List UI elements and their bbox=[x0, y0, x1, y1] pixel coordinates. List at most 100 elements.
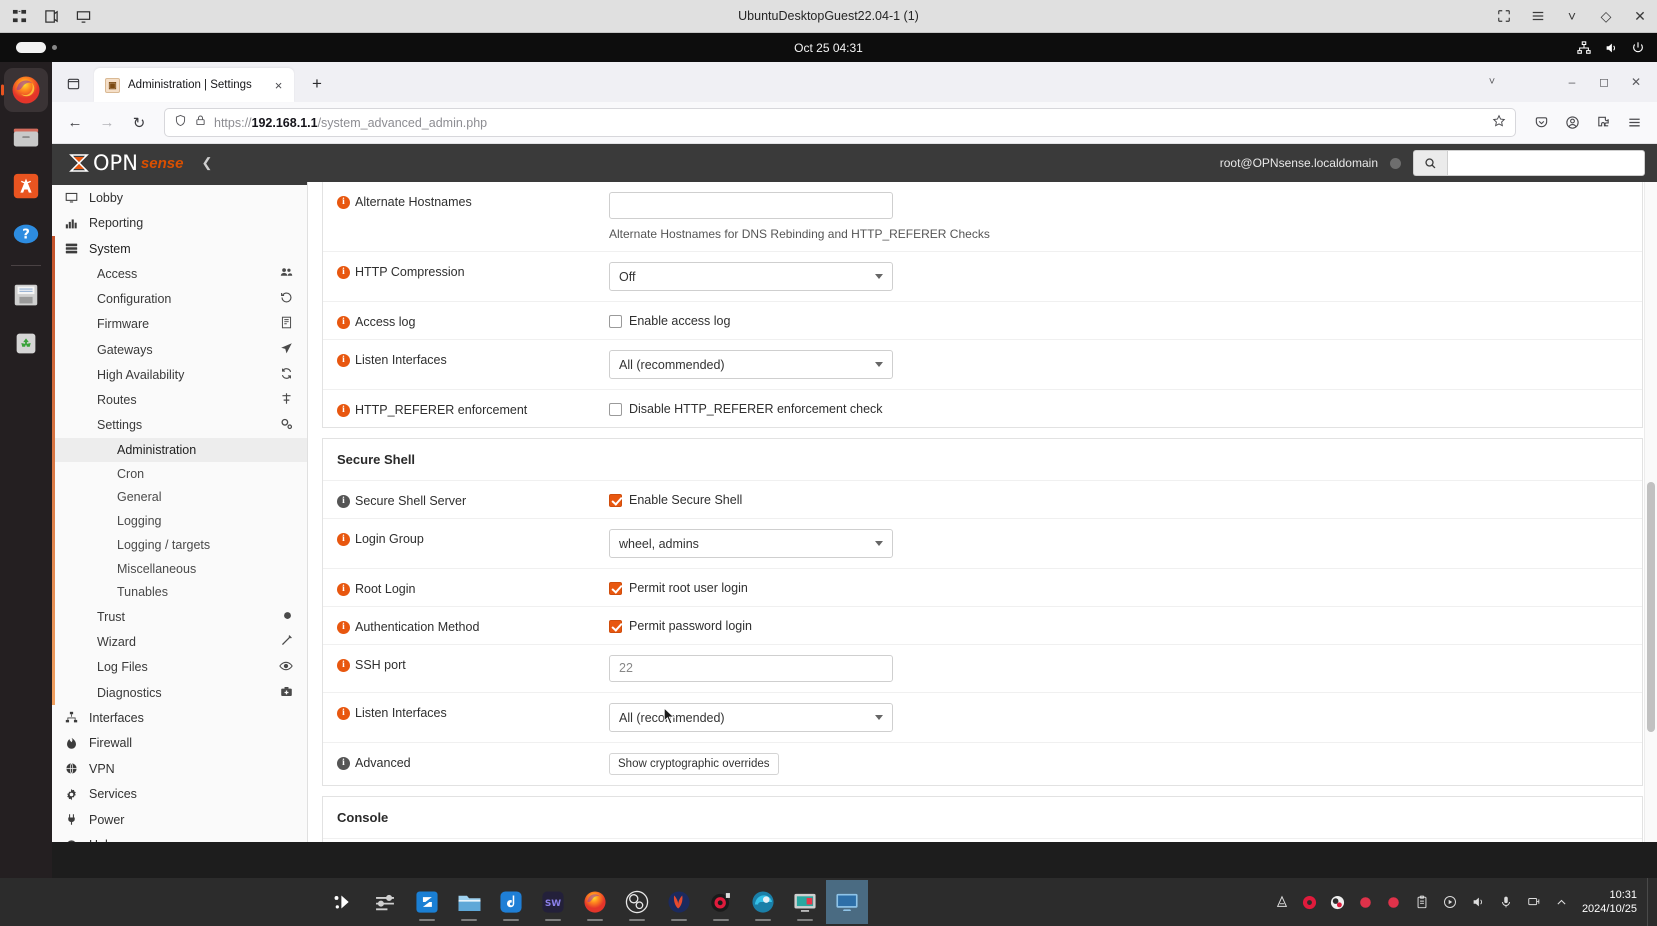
obs-tray-icon[interactable] bbox=[1324, 878, 1352, 926]
taskbar-kde-connect-icon[interactable] bbox=[322, 880, 364, 924]
maximize-icon[interactable]: ◻ bbox=[1589, 67, 1619, 97]
info-icon[interactable]: i bbox=[337, 658, 350, 672]
sidebar-item-administration[interactable]: Administration bbox=[52, 437, 307, 462]
info-icon[interactable]: i bbox=[337, 582, 350, 596]
dock-item-help[interactable]: ? bbox=[4, 212, 48, 256]
menu-icon[interactable] bbox=[1529, 7, 1547, 25]
sidebar-item-diagnostics[interactable]: Diagnostics bbox=[52, 680, 307, 705]
info-icon[interactable]: i bbox=[337, 706, 350, 720]
taskbar-video-editor-icon[interactable] bbox=[784, 880, 826, 924]
info-icon[interactable]: i bbox=[337, 756, 350, 770]
taskbar-obs-studio-icon[interactable] bbox=[616, 880, 658, 924]
minimize-icon[interactable]: ˅ bbox=[1563, 7, 1581, 25]
extensions-icon[interactable] bbox=[1588, 108, 1618, 138]
sidebar-item-services[interactable]: Services bbox=[52, 782, 307, 808]
sidebar-item-firewall[interactable]: Firewall bbox=[52, 731, 307, 757]
sidebar-item-trust[interactable]: Trust bbox=[52, 604, 307, 629]
address-bar[interactable]: https://192.168.1.1/system_advanced_admi… bbox=[164, 108, 1516, 137]
sidebar-item-general[interactable]: General bbox=[52, 485, 307, 509]
sidebar-item-high-availability[interactable]: High Availability bbox=[52, 362, 307, 387]
sidebar-item-cron[interactable]: Cron bbox=[52, 462, 307, 486]
taskbar-audio-mixer-icon[interactable] bbox=[364, 880, 406, 924]
dock-item-trash[interactable] bbox=[4, 321, 48, 365]
back-button[interactable]: ← bbox=[60, 108, 90, 138]
info-icon[interactable]: i bbox=[337, 265, 350, 279]
fullscreen-icon[interactable] bbox=[1495, 7, 1513, 25]
browser-tab[interactable]: ▣ Administration | Settings × bbox=[94, 68, 294, 102]
taskbar-edge-icon[interactable] bbox=[742, 880, 784, 924]
red-dot-2-icon[interactable] bbox=[1380, 878, 1408, 926]
minimize-icon[interactable]: – bbox=[1557, 67, 1587, 97]
taskbar-firefox-icon[interactable] bbox=[574, 880, 616, 924]
host-clock[interactable]: 10:31 2024/10/25 bbox=[1576, 888, 1647, 916]
sidebar-item-lobby[interactable]: Lobby bbox=[52, 185, 307, 211]
listen-interfaces-web-select[interactable]: All (recommended) bbox=[609, 350, 893, 379]
root-login-checkbox-row[interactable]: Permit root user login bbox=[609, 579, 1628, 595]
checkbox[interactable] bbox=[609, 619, 622, 633]
sidebar-item-log-files[interactable]: Log Files bbox=[52, 655, 307, 680]
dock-item-files[interactable] bbox=[4, 116, 48, 160]
dock-item-ubuntu-software[interactable] bbox=[4, 164, 48, 208]
sidebar-item-gateways[interactable]: Gateways bbox=[52, 337, 307, 362]
sidebar-item-logging[interactable]: Logging bbox=[52, 509, 307, 533]
listen-interfaces-ssh-select[interactable]: All (recommended) bbox=[609, 703, 893, 732]
restore-icon[interactable]: ◇ bbox=[1597, 7, 1615, 25]
close-icon[interactable]: ✕ bbox=[1621, 67, 1651, 97]
snapshot-icon[interactable] bbox=[42, 7, 60, 25]
sidebar-item-miscellaneous[interactable]: Miscellaneous bbox=[52, 557, 307, 581]
info-icon[interactable]: i bbox=[337, 532, 350, 546]
display-icon[interactable] bbox=[74, 7, 92, 25]
account-icon[interactable] bbox=[1557, 108, 1587, 138]
reload-button[interactable]: ↻ bbox=[124, 108, 154, 138]
mic-icon[interactable] bbox=[1492, 878, 1520, 926]
taskbar-snipaste-icon[interactable]: SW bbox=[532, 880, 574, 924]
show-desktop-button[interactable] bbox=[1647, 878, 1657, 926]
sidebar-item-access[interactable]: Access bbox=[52, 262, 307, 287]
info-icon[interactable]: i bbox=[337, 403, 350, 417]
sidebar-item-settings[interactable]: Settings bbox=[52, 413, 307, 438]
taskbar-media-player-icon[interactable] bbox=[658, 880, 700, 924]
sidebar-item-wizard[interactable]: Wizard bbox=[52, 630, 307, 655]
power-icon[interactable] bbox=[1631, 41, 1645, 55]
checkbox[interactable] bbox=[609, 581, 622, 595]
clipboard-icon[interactable] bbox=[1408, 878, 1436, 926]
app-menu-icon[interactable] bbox=[1619, 108, 1649, 138]
taskbar-file-explorer-icon[interactable] bbox=[448, 880, 490, 924]
firefox-view-icon[interactable] bbox=[58, 68, 88, 98]
red-dot-1-icon[interactable] bbox=[1352, 878, 1380, 926]
info-icon[interactable]: i bbox=[337, 315, 350, 329]
sidebar-item-configuration[interactable]: Configuration bbox=[52, 287, 307, 312]
sidebar-item-tunables[interactable]: Tunables bbox=[52, 581, 307, 605]
info-icon[interactable]: i bbox=[337, 494, 350, 508]
chevron-left-icon[interactable]: ❮ bbox=[201, 155, 212, 171]
sidebar-item-reporting[interactable]: Reporting bbox=[52, 211, 307, 237]
login-group-select[interactable]: wheel, admins bbox=[609, 529, 893, 558]
info-icon[interactable]: i bbox=[337, 353, 350, 367]
authentication-method-checkbox-row[interactable]: Permit password login bbox=[609, 617, 1628, 633]
tab-list-chevron-icon[interactable]: ˅ bbox=[1477, 67, 1507, 97]
lock-warning-icon[interactable] bbox=[194, 114, 207, 132]
header-search[interactable] bbox=[1413, 150, 1645, 176]
chevron-up-icon[interactable] bbox=[1548, 878, 1576, 926]
dock-item-save-disk[interactable] bbox=[4, 273, 48, 317]
pocket-icon[interactable] bbox=[1526, 108, 1556, 138]
dropbox-tray-icon[interactable] bbox=[1268, 878, 1296, 926]
taskbar-store-icon[interactable] bbox=[406, 880, 448, 924]
taskbar-vmware-icon[interactable] bbox=[826, 880, 868, 924]
forward-button[interactable]: → bbox=[92, 108, 122, 138]
guest-activities-pill[interactable] bbox=[16, 42, 46, 53]
search-icon[interactable] bbox=[1413, 150, 1447, 176]
page-scrollbar[interactable] bbox=[1644, 182, 1657, 842]
sidebar-item-system[interactable]: System bbox=[52, 236, 307, 262]
checkbox[interactable] bbox=[609, 314, 622, 328]
ssh-port-input[interactable]: 22 bbox=[609, 655, 893, 682]
sidebar-item-help[interactable]: ? Help bbox=[52, 833, 307, 842]
checkbox[interactable] bbox=[609, 402, 622, 416]
volume-icon[interactable] bbox=[1464, 878, 1492, 926]
show-cryptographic-overrides-button[interactable]: Show cryptographic overrides bbox=[609, 753, 779, 775]
page-scrollbar-thumb[interactable] bbox=[1647, 482, 1655, 732]
sidebar-item-power[interactable]: Power bbox=[52, 807, 307, 833]
close-icon[interactable]: × bbox=[271, 78, 286, 93]
access-log-checkbox-row[interactable]: Enable access log bbox=[609, 312, 1628, 328]
sidebar-item-interfaces[interactable]: Interfaces bbox=[52, 705, 307, 731]
